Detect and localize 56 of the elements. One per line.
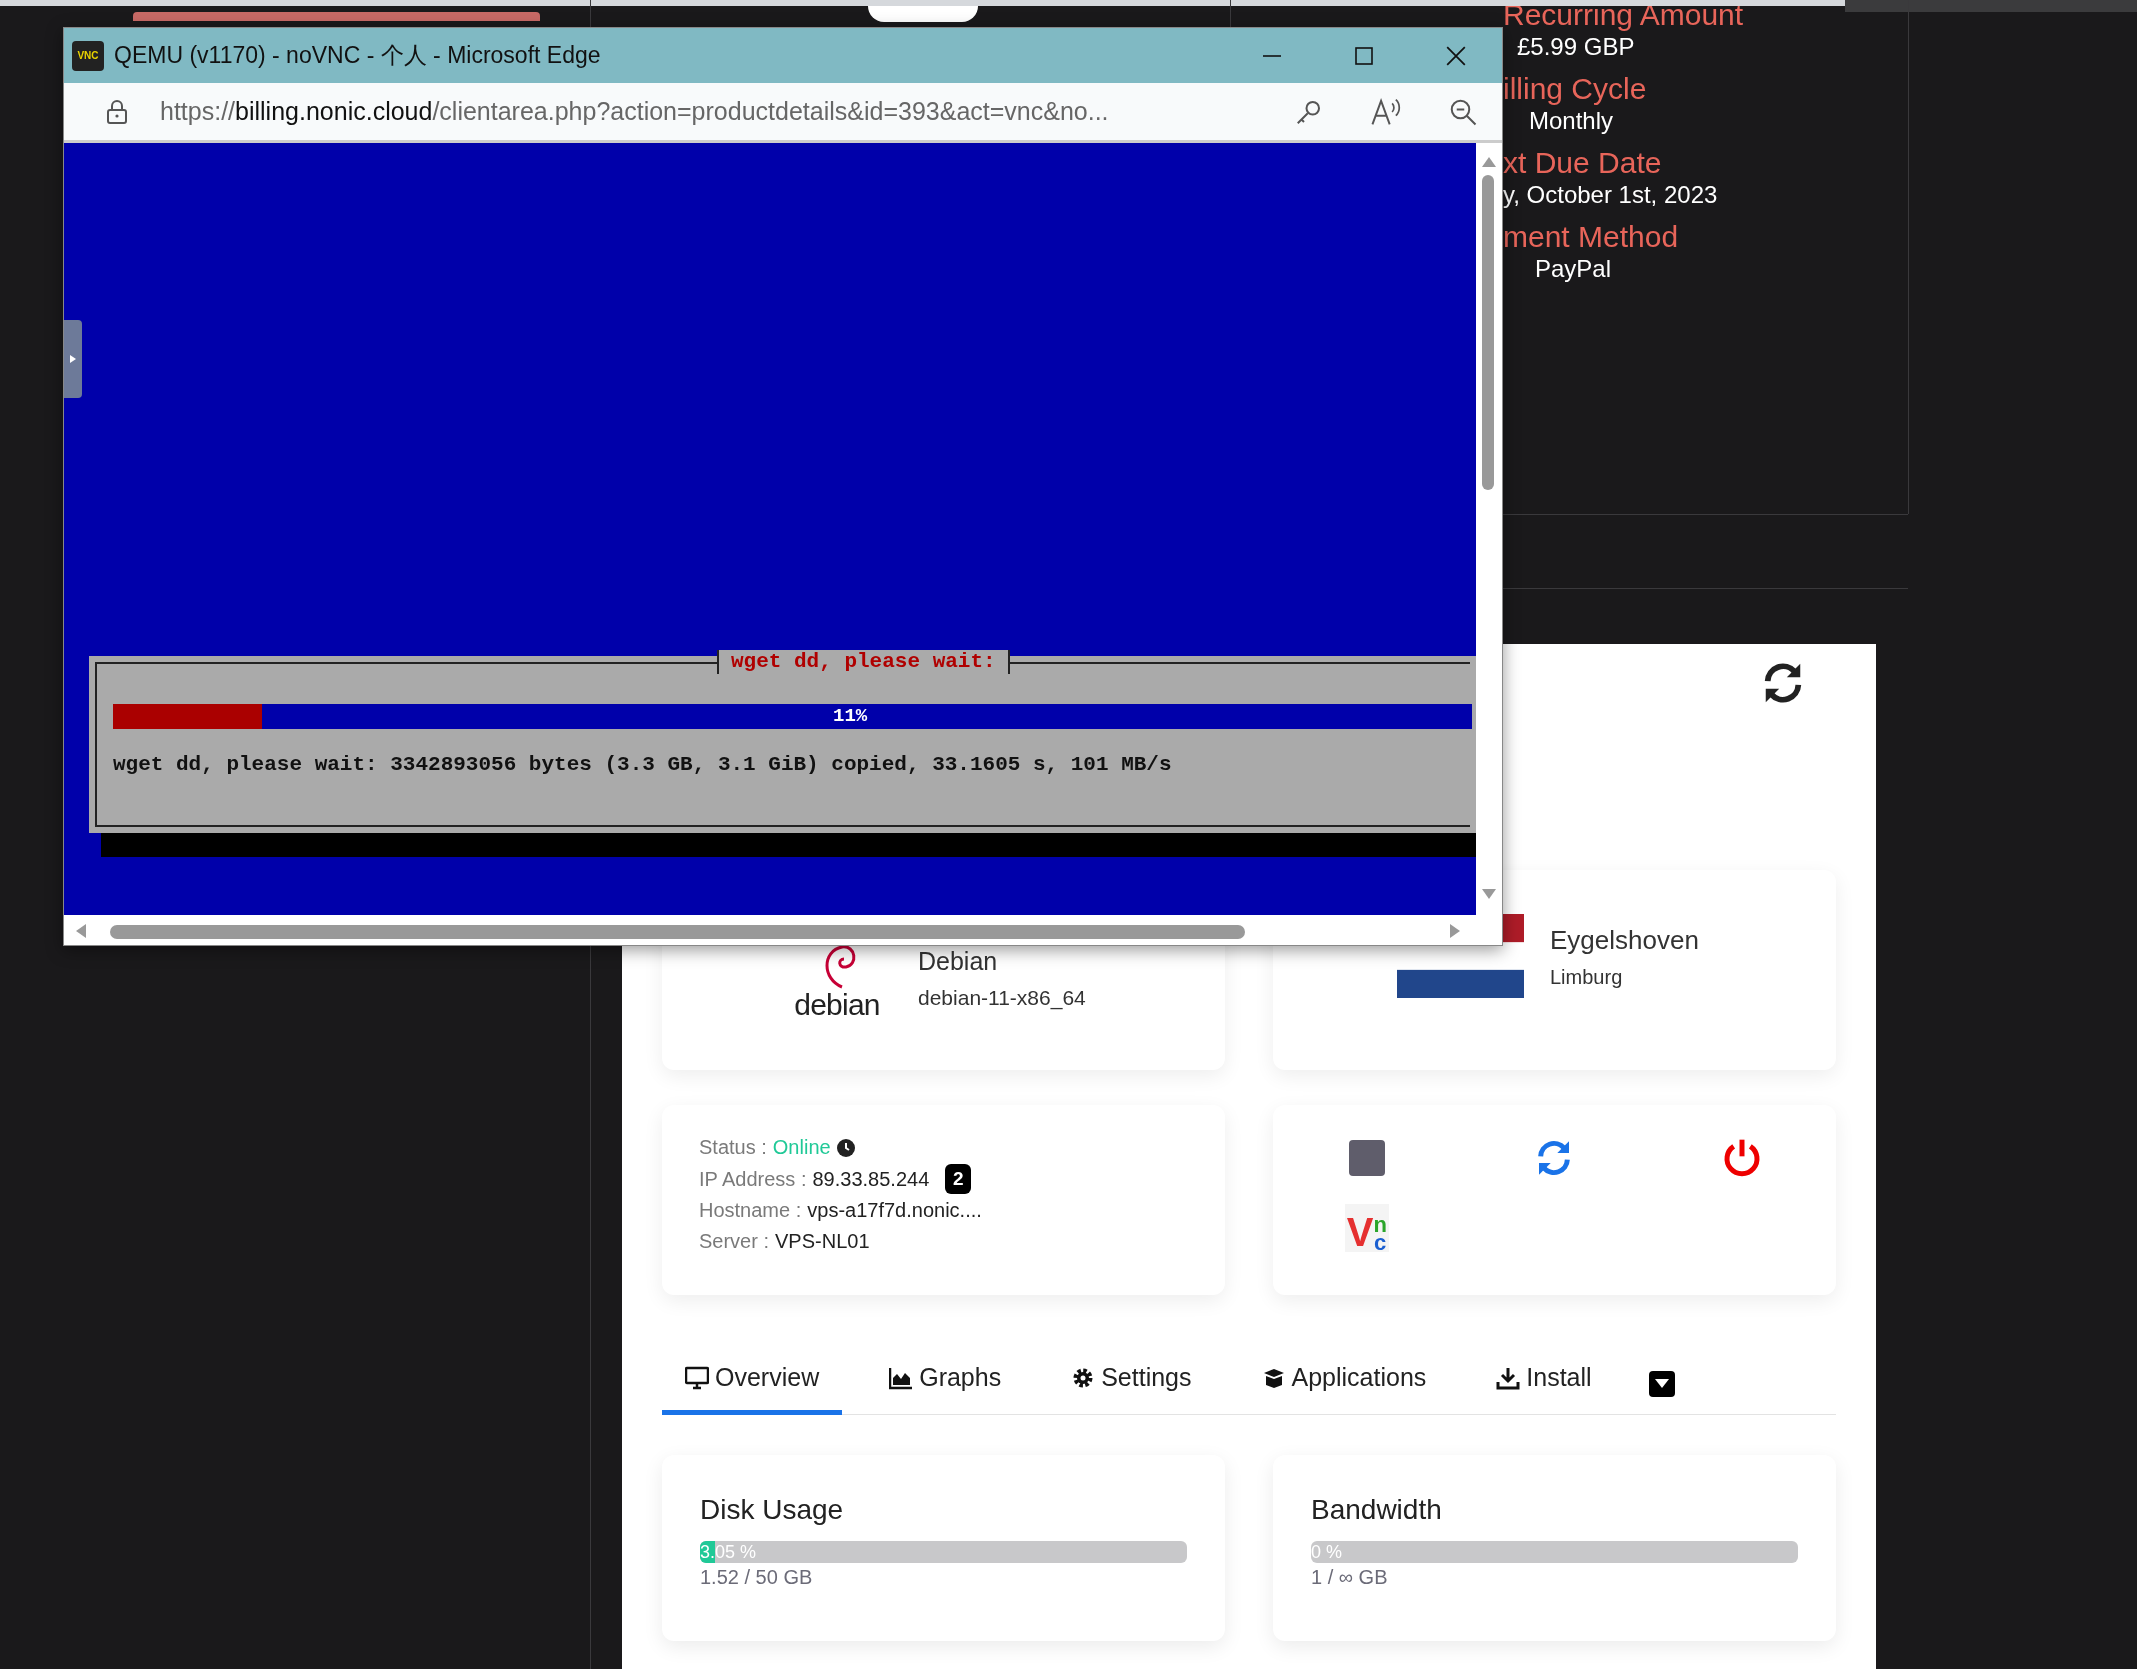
scroll-down-arrow-icon[interactable] <box>1482 889 1496 899</box>
read-aloud-icon[interactable] <box>1370 96 1402 127</box>
scroll-right-arrow-icon[interactable] <box>1450 924 1460 938</box>
area-chart-icon[interactable] <box>889 1365 914 1390</box>
scrollbar-thumb[interactable] <box>1482 175 1494 490</box>
info-label: IP Address : <box>699 1166 807 1192</box>
billing-value: £5.99 GBP <box>1517 32 1635 62</box>
billing-value: Monthly <box>1529 106 1614 136</box>
dialog-title: wget dd, please wait: <box>717 650 1010 674</box>
ip-address-value: 89.33.85.244 <box>812 1166 930 1192</box>
billing-value: y, October 1st, 2023 <box>1503 180 1718 210</box>
tab[interactable]: Install <box>1473 1345 1615 1415</box>
usage-amount: 1 / ∞ GB <box>1311 1565 1389 1590</box>
app-icon: VNC <box>72 40 104 71</box>
usage-title: Bandwidth <box>1311 1493 1443 1527</box>
usage-amount: 1.52 / 50 GB <box>700 1565 814 1590</box>
tab[interactable]: Applications <box>1238 1345 1450 1415</box>
scroll-up-arrow-icon[interactable] <box>1482 157 1496 167</box>
control-bar-handle[interactable] <box>64 320 82 398</box>
progress-message: wget dd, please wait: 3342893056 bytes (3.3 GB, 3.1 GiB) copied, 33.1605 s, 101 MB/s <box>113 752 1173 778</box>
stop-button[interactable] <box>1348 1140 1385 1176</box>
info-label: Hostname : <box>699 1198 802 1223</box>
os-template: debian-11-x86_64 <box>918 985 1086 1012</box>
os-name: Debian <box>918 945 999 977</box>
billing-label: illing Cycle <box>1503 72 1647 106</box>
monitor-icon[interactable] <box>685 1365 709 1390</box>
lock-icon[interactable] <box>106 98 128 125</box>
location-city: Eygelshoven <box>1550 923 1699 957</box>
vnc-screen[interactable]: wget dd, please wait: 11% wget dd, please wait: 3342893056 bytes (3.3 GB, 3.1 GiB) copied, 33.1605 s, 101 MB/s <box>64 143 1476 915</box>
download-icon[interactable] <box>1496 1365 1521 1390</box>
horizontal-scrollbar[interactable] <box>64 916 1502 945</box>
tab[interactable]: Graphs <box>866 1345 1025 1415</box>
billing-label: Recurring Amount <box>1503 0 1744 32</box>
scroll-left-arrow-icon[interactable] <box>76 924 86 938</box>
tab[interactable]: Overview <box>662 1345 843 1415</box>
info-label: Status : <box>699 1135 767 1160</box>
window-title: QEMU (v1170) - noVNC - 个人 - Microsoft Edge <box>114 41 601 71</box>
info-value: VPS-NL01 <box>775 1229 870 1254</box>
billing-label: ment Method <box>1503 220 1679 254</box>
info-label: Server : <box>699 1229 770 1254</box>
scrollbar-thumb[interactable] <box>110 925 1245 939</box>
billing-label: xt Due Date <box>1503 146 1662 180</box>
maximize-icon[interactable] <box>1354 45 1374 66</box>
billing-value: PayPal <box>1535 254 1612 284</box>
clock-icon <box>836 1138 855 1157</box>
debian-logo-text: debian <box>794 989 880 1021</box>
dropdown-button[interactable] <box>1648 1370 1675 1397</box>
info-value: vps-a17f7d.nonic.... <box>807 1198 982 1223</box>
status-value: Online <box>772 1135 831 1160</box>
tab[interactable]: Settings <box>1048 1345 1215 1415</box>
usage-title: Disk Usage <box>700 1493 845 1527</box>
caret-icon[interactable] <box>1654 1379 1669 1388</box>
count-badge: 2 <box>945 1164 972 1194</box>
close-icon[interactable] <box>1445 44 1467 67</box>
location-region: Limburg <box>1550 964 1624 990</box>
progress-percent: 11% <box>833 704 868 729</box>
